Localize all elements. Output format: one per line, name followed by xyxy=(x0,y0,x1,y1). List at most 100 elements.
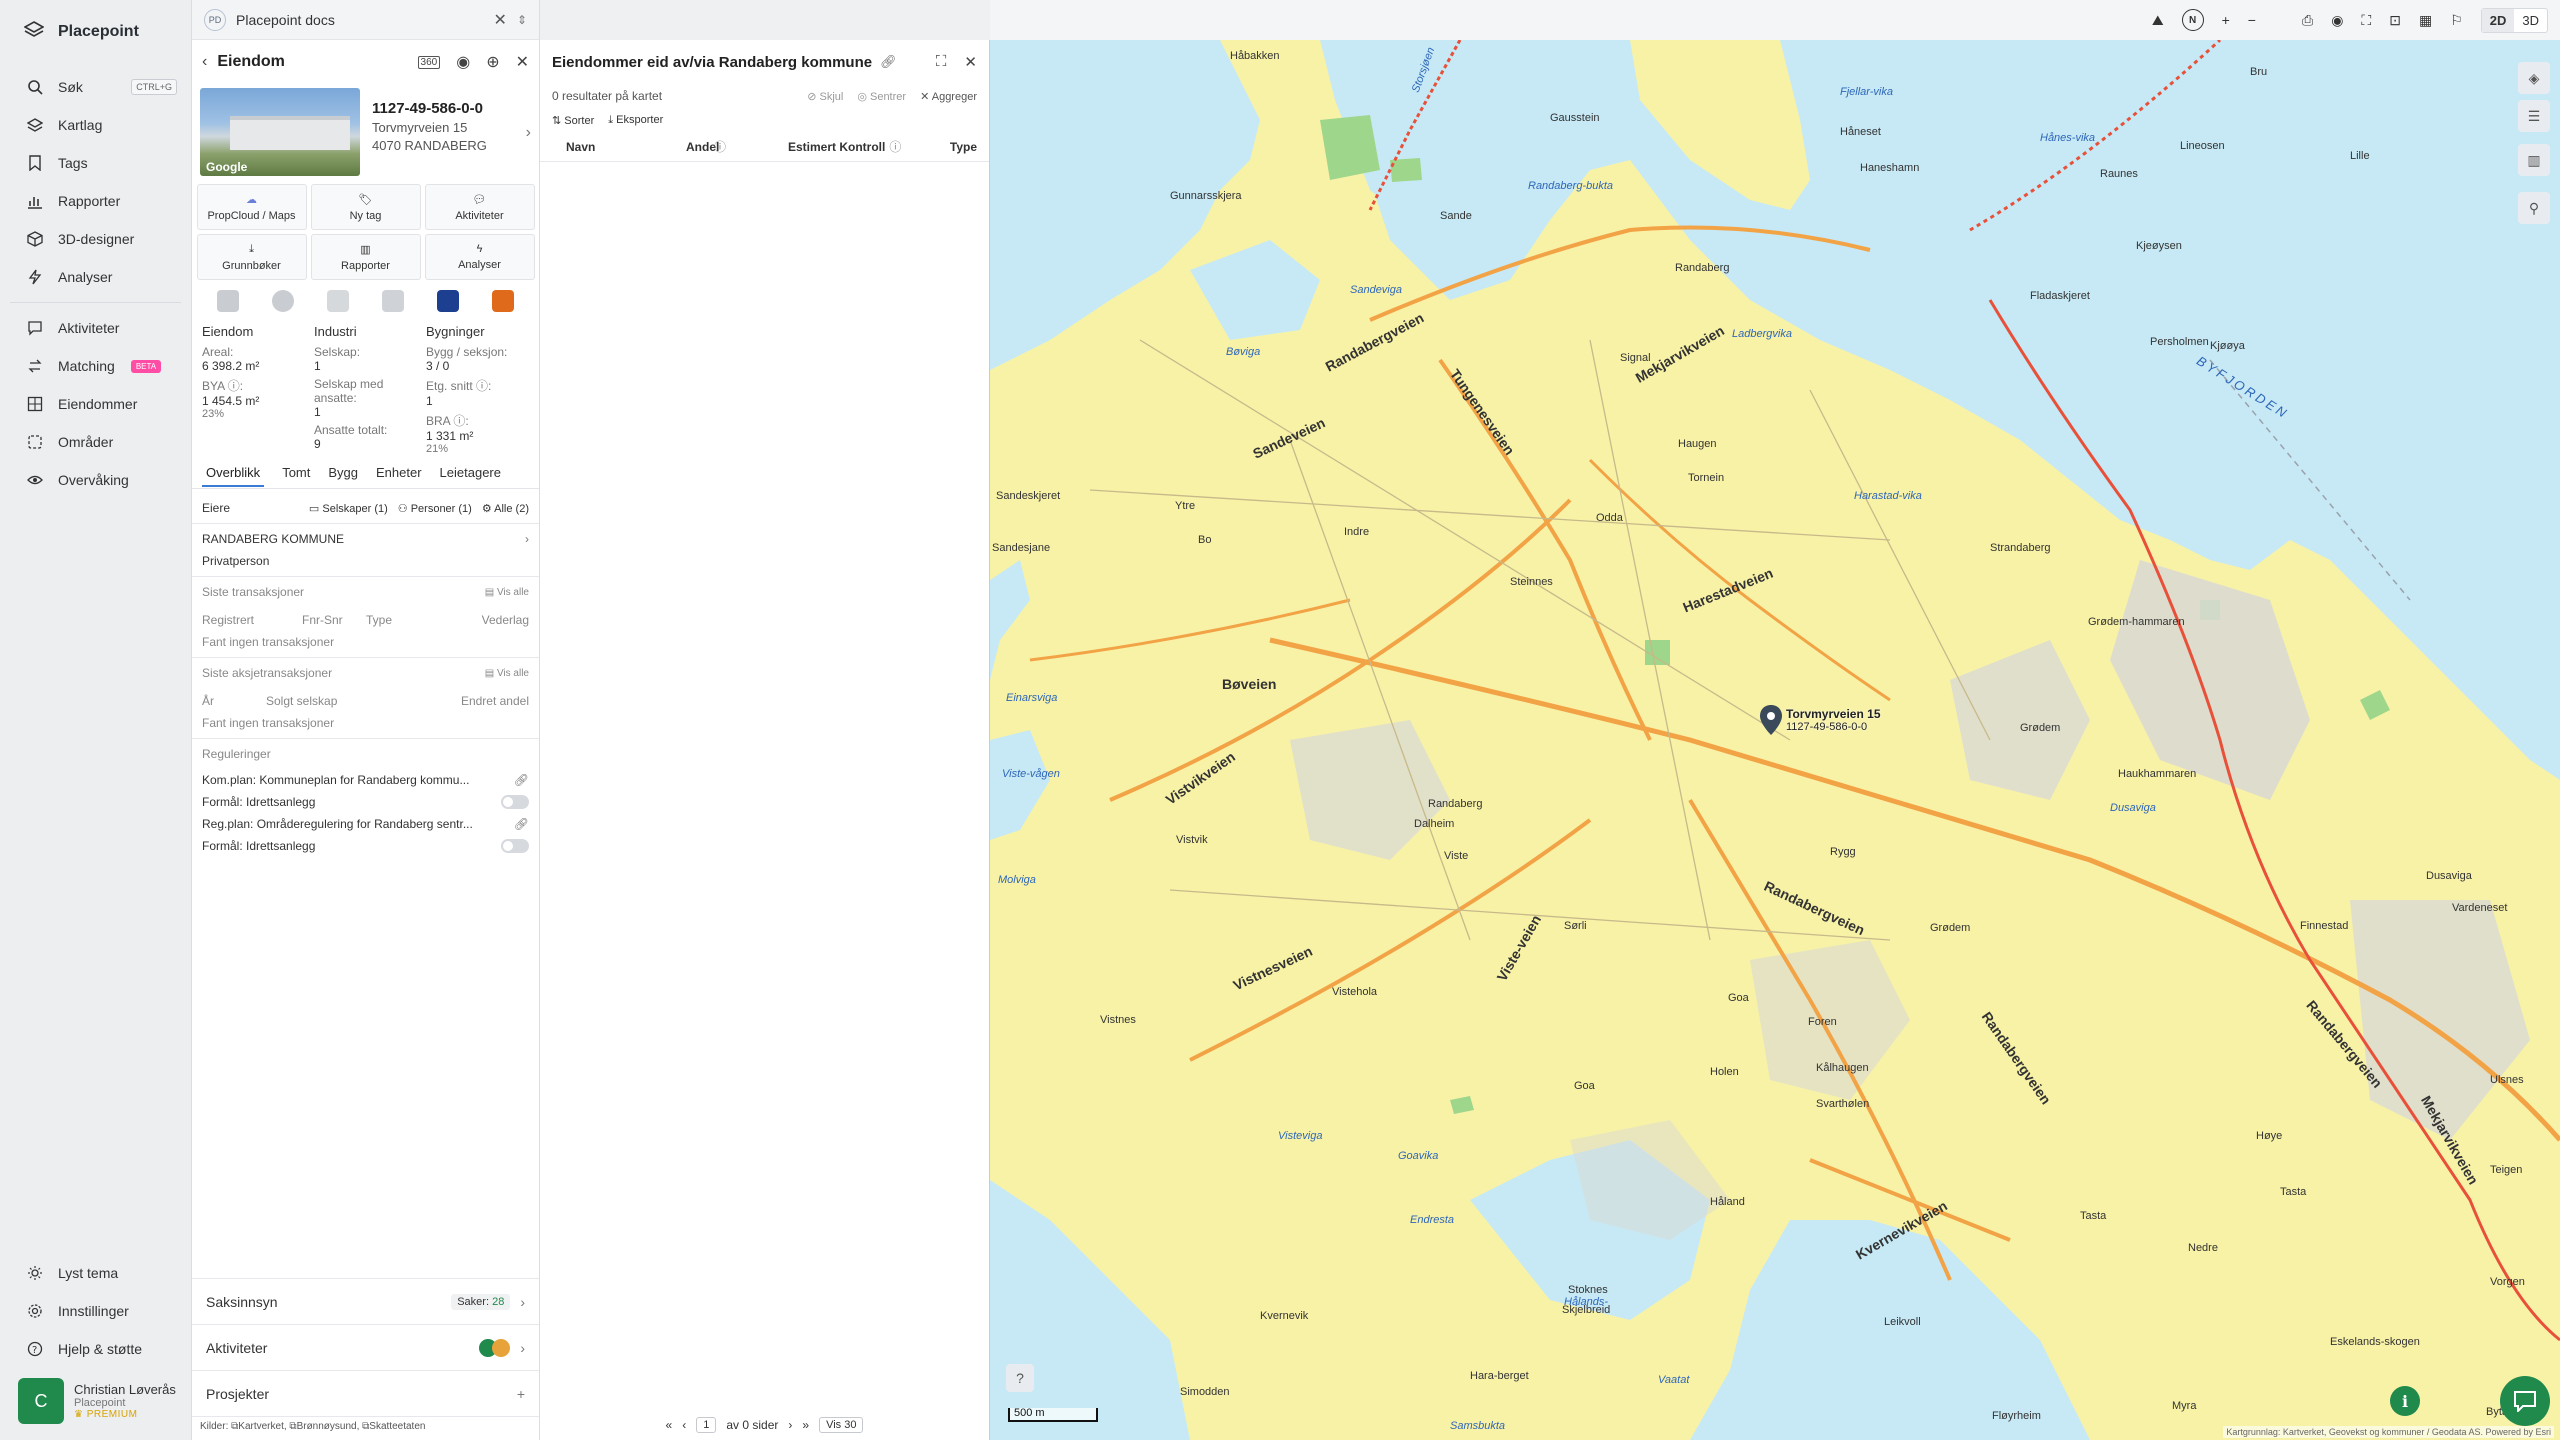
col-header-type[interactable]: Type xyxy=(950,140,977,154)
nav-item-analyser[interactable]: Analyser xyxy=(0,258,191,296)
nav-item-overvaking[interactable]: Overvåking xyxy=(0,461,191,499)
link-icon[interactable]: 🔗︎ xyxy=(514,773,529,787)
info-icon[interactable]: i xyxy=(2390,1386,2420,1416)
transactions-see-all[interactable]: ▤ Vis alle xyxy=(485,587,529,598)
source-link[interactable]: ⧉Skatteetaten xyxy=(362,1421,425,1432)
nav-item-hjelp[interactable]: ? Hjelp & støtte xyxy=(0,1330,192,1368)
property-photo[interactable]: Google xyxy=(200,88,360,176)
col-header-navn[interactable]: Navn xyxy=(566,140,686,154)
sort-button[interactable]: ⇅ Sorter xyxy=(552,114,594,127)
tab-bygg[interactable]: Bygg xyxy=(328,465,358,480)
nav-item-innstillinger[interactable]: Innstillinger xyxy=(0,1292,192,1330)
prosjekter-row[interactable]: Prosjekter + xyxy=(192,1370,539,1416)
regulation-row[interactable]: Kom.plan: Kommuneplan for Randaberg komm… xyxy=(192,769,539,791)
eye-icon[interactable]: ◉ xyxy=(2331,12,2343,29)
expand-icon[interactable]: ⛶ xyxy=(936,53,947,71)
analyses-button[interactable]: ϟ Analyser xyxy=(424,234,535,280)
tab-enheter[interactable]: Enheter xyxy=(376,465,422,480)
page-size-select[interactable]: Vis 30 xyxy=(819,1417,864,1433)
next-page-icon[interactable]: › xyxy=(788,1418,792,1432)
link-icon[interactable]: 🔗︎ xyxy=(880,54,897,70)
last-page-icon[interactable]: » xyxy=(802,1418,809,1432)
saksinnsyn-row[interactable]: Saksinnsyn Saker: 28 › xyxy=(192,1278,539,1324)
source-link[interactable]: ⧉Kartverket, xyxy=(231,1421,287,1432)
plus-icon[interactable]: + xyxy=(517,1386,525,1402)
source-logo-4[interactable] xyxy=(382,290,405,312)
aggregate-button[interactable]: ✕ Aggreger xyxy=(920,90,977,103)
layers-3d-icon[interactable]: ⛰ xyxy=(2152,12,2164,29)
hide-button[interactable]: ⊘ Skjul xyxy=(807,90,843,103)
new-tag-button[interactable]: 🏷︎ Ny tag xyxy=(310,184,421,230)
regulation-toggle[interactable] xyxy=(501,839,529,853)
nav-item-lyst-tema[interactable]: Lyst tema xyxy=(0,1254,192,1292)
nav-item-omrader[interactable]: Områder xyxy=(0,423,191,461)
map-canvas[interactable]: Håbakken Gausstein Håneset Lineosen Raun… xyxy=(990,40,2560,1440)
page-input[interactable]: 1 xyxy=(696,1417,717,1433)
activities-button[interactable]: 💬︎ Aktiviteter xyxy=(424,184,535,230)
grunnboker-button[interactable]: ⤓ Grunnbøker xyxy=(196,234,307,280)
add-icon[interactable]: ⊕ xyxy=(486,52,499,72)
source-logo-2[interactable] xyxy=(271,290,294,312)
map-list-icon[interactable]: ☰ xyxy=(2518,100,2550,132)
map-help-icon[interactable]: ? xyxy=(1006,1364,1034,1392)
map-chart-icon[interactable]: ▥ xyxy=(2518,144,2550,176)
nav-item-kartlag[interactable]: Kartlag xyxy=(0,106,191,144)
nav-item-matching[interactable]: Matching BETA xyxy=(0,347,191,385)
zoom-in-icon[interactable]: + xyxy=(2222,12,2230,28)
grid-icon[interactable]: ▦ xyxy=(2419,12,2432,29)
gallery-icon[interactable]: 360 xyxy=(417,55,441,69)
nav-item-aktiviteter[interactable]: Aktiviteter xyxy=(0,309,191,347)
bookmark-icon[interactable]: ⚐ xyxy=(2450,12,2463,29)
user-profile[interactable]: C Christian Løverås Placepoint ♛ PREMIUM xyxy=(0,1368,192,1440)
close-icon[interactable]: ✕ xyxy=(494,10,507,30)
map-measure-icon[interactable]: ⚲ xyxy=(2518,192,2550,224)
brand[interactable]: Placepoint xyxy=(0,0,191,64)
map-layer-icon[interactable]: ◈ xyxy=(2518,62,2550,94)
filter-companies[interactable]: ▭ Selskaper (1) xyxy=(309,502,388,515)
tab-tomt[interactable]: Tomt xyxy=(282,465,310,480)
filter-all[interactable]: ⚙ Alle (2) xyxy=(482,502,529,515)
nav-item-3d-designer[interactable]: 3D-designer xyxy=(0,220,191,258)
zoom-out-icon[interactable]: − xyxy=(2248,12,2256,28)
center-button[interactable]: ◎ Sentrer xyxy=(857,90,906,103)
fullscreen-icon[interactable]: ⛶ xyxy=(2361,12,2371,29)
nav-item-search[interactable]: Søk CTRL+G xyxy=(0,68,191,106)
source-logo-1[interactable] xyxy=(216,290,239,312)
chat-icon[interactable] xyxy=(2500,1376,2550,1426)
nav-item-eiendommer[interactable]: Eiendommer xyxy=(0,385,191,423)
export-button[interactable]: ⤓ Eksporter xyxy=(608,114,663,127)
aktiviteter-row[interactable]: Aktiviteter › xyxy=(192,1324,539,1370)
regulation-row[interactable]: Reg.plan: Områderegulering for Randaberg… xyxy=(192,813,539,835)
tek-logo[interactable] xyxy=(437,290,460,312)
reports-button[interactable]: ▥ Rapporter xyxy=(310,234,421,280)
source-link[interactable]: ⧉Brønnøysund, xyxy=(289,1421,359,1432)
tab-leietagere[interactable]: Leietagere xyxy=(440,465,501,480)
property-pin[interactable]: Torvmyrveien 15 1127-49-586-0-0 xyxy=(1760,705,1881,740)
mode-2d-button[interactable]: 2D xyxy=(2481,8,2515,32)
owner-row[interactable]: RANDABERG KOMMUNE › xyxy=(192,528,539,550)
close-icon[interactable]: ✕ xyxy=(516,52,529,72)
chevron-updown-icon[interactable]: ⇕ xyxy=(517,13,527,27)
filter-persons[interactable]: ⚇ Personer (1) xyxy=(398,502,472,515)
close-icon[interactable]: ✕ xyxy=(964,53,977,71)
col-header-kontroll[interactable]: Estimert Kontroll xyxy=(788,140,885,154)
col-header-andel[interactable]: Andel xyxy=(686,140,719,154)
eye-icon[interactable]: ◉ xyxy=(456,52,470,72)
back-icon[interactable]: ‹ xyxy=(202,53,207,71)
nav-item-tags[interactable]: Tags xyxy=(0,144,191,182)
share-tx-see-all[interactable]: ▤ Vis alle xyxy=(485,668,529,679)
mode-3d-button[interactable]: 3D xyxy=(2514,9,2547,32)
prev-page-icon[interactable]: ‹ xyxy=(682,1418,686,1432)
energy-logo[interactable] xyxy=(492,290,515,312)
first-page-icon[interactable]: « xyxy=(666,1418,673,1432)
camera-icon[interactable]: ⊡ xyxy=(2389,12,2401,29)
source-logo-3[interactable] xyxy=(326,290,349,312)
doc-bar[interactable]: PD Placepoint docs ✕ ⇕ xyxy=(192,0,539,40)
compass-icon[interactable]: N xyxy=(2181,9,2204,31)
link-icon[interactable]: 🔗︎ xyxy=(514,817,529,831)
tab-overblikk[interactable]: Overblikk xyxy=(202,465,265,487)
print-icon[interactable]: ⎙ xyxy=(2302,12,2313,29)
propcloud-button[interactable]: ☁ PropCloud / Maps xyxy=(196,184,307,230)
nav-item-rapporter[interactable]: Rapporter xyxy=(0,182,191,220)
regulation-toggle[interactable] xyxy=(501,795,529,809)
